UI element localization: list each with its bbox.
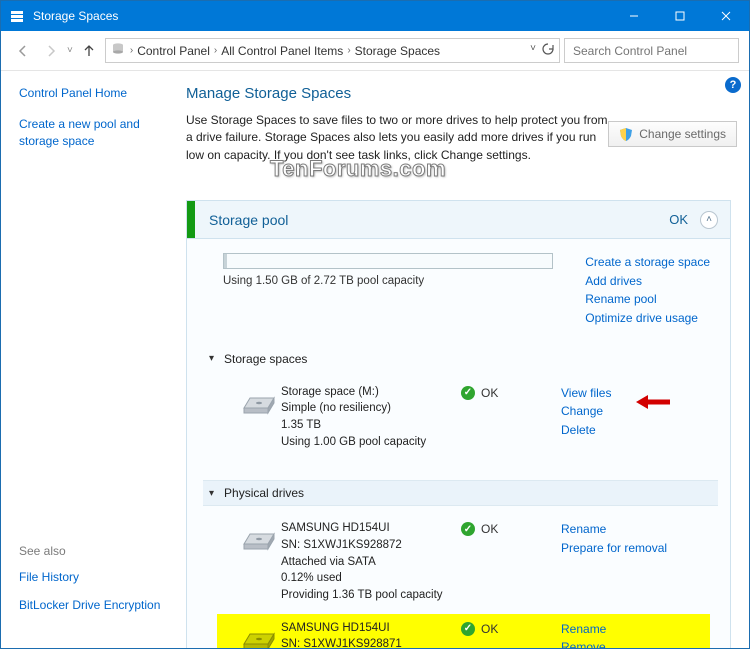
- section-label-storage-spaces: Storage spaces: [224, 352, 307, 366]
- search-box[interactable]: [564, 38, 739, 63]
- drive-used: 0.12% used: [281, 570, 461, 587]
- link-optimize-drive-usage[interactable]: Optimize drive usage: [585, 311, 698, 325]
- link-change[interactable]: Change: [561, 404, 603, 418]
- storage-space-row: Storage space (M:) Simple (no resiliency…: [223, 378, 710, 461]
- sidebar: Control Panel Home Create a new pool and…: [1, 71, 186, 648]
- ok-badge-icon: ✓: [461, 622, 475, 636]
- pool-usage-bar: [223, 253, 553, 269]
- drive-name: SAMSUNG HD154UI: [281, 620, 461, 637]
- drive-providing: Providing 1.36 TB pool capacity: [281, 587, 461, 604]
- content-area: ? Manage Storage Spaces Use Storage Spac…: [186, 71, 749, 648]
- search-input[interactable]: [571, 43, 732, 59]
- space-using: Using 1.00 GB pool capacity: [281, 434, 461, 451]
- sidebar-link-file-history[interactable]: File History: [19, 570, 176, 584]
- link-rename-drive[interactable]: Rename: [561, 522, 606, 536]
- ok-badge-icon: ✓: [461, 386, 475, 400]
- sidebar-link-bitlocker[interactable]: BitLocker Drive Encryption: [19, 598, 176, 612]
- link-remove-drive[interactable]: Remove: [561, 640, 606, 648]
- sidebar-link-create-pool[interactable]: Create a new pool and storage space: [19, 116, 176, 150]
- sidebar-link-home[interactable]: Control Panel Home: [19, 85, 176, 102]
- drive-status: OK: [481, 522, 498, 536]
- pool-usage-text: Using 1.50 GB of 2.72 TB pool capacity: [223, 275, 565, 287]
- collapse-button[interactable]: ˄: [700, 211, 718, 229]
- chevron-down-icon: ▾: [209, 488, 214, 499]
- toolbar: ˅ › Control Panel › All Control Panel It…: [1, 31, 749, 71]
- maximize-button[interactable]: [657, 1, 703, 31]
- physical-drive-row-highlighted: SAMSUNG HD154UI SN: S1XWJ1KS928871 Attac…: [217, 614, 710, 648]
- refresh-button[interactable]: [542, 43, 555, 59]
- nav-forward-button[interactable]: [39, 39, 63, 63]
- app-icon: [9, 8, 25, 24]
- change-settings-button[interactable]: Change settings: [608, 121, 737, 147]
- drive-serial: SN: S1XWJ1KS928871: [281, 636, 461, 648]
- section-header-storage-spaces[interactable]: ▾ Storage spaces: [203, 348, 710, 370]
- link-add-drives[interactable]: Add drives: [585, 274, 642, 288]
- space-status: OK: [481, 386, 498, 400]
- address-bar[interactable]: › Control Panel › All Control Panel Item…: [105, 38, 560, 63]
- link-rename-pool[interactable]: Rename pool: [585, 292, 656, 306]
- drive-status: OK: [481, 622, 498, 636]
- pool-health-bar: [187, 201, 195, 238]
- nav-up-button[interactable]: [77, 39, 101, 63]
- storage-pool-card: Storage pool OK ˄ Using 1.50 GB of 2.72 …: [186, 200, 731, 648]
- recent-locations-button[interactable]: ˅: [67, 45, 73, 56]
- hard-drive-icon: [235, 620, 281, 648]
- chevron-down-icon: ▾: [209, 353, 214, 364]
- link-create-storage-space[interactable]: Create a storage space: [585, 255, 710, 269]
- breadcrumb-seg-3[interactable]: Storage Spaces: [355, 44, 440, 58]
- drive-name: SAMSUNG HD154UI: [281, 520, 461, 537]
- nav-back-button[interactable]: [11, 39, 35, 63]
- title-bar: Storage Spaces: [1, 1, 749, 31]
- shield-icon: [619, 127, 633, 141]
- minimize-button[interactable]: [611, 1, 657, 31]
- drive-stack-icon: [110, 41, 126, 60]
- change-settings-label: Change settings: [639, 127, 726, 141]
- space-name: Storage space (M:): [281, 384, 461, 401]
- close-button[interactable]: [703, 1, 749, 31]
- drive-serial: SN: S1XWJ1KS928872: [281, 537, 461, 554]
- physical-drive-row: SAMSUNG HD154UI SN: S1XWJ1KS928872 Attac…: [223, 514, 710, 613]
- address-dropdown-button[interactable]: ˅: [530, 43, 536, 59]
- space-resiliency: Simple (no resiliency): [281, 400, 461, 417]
- space-size: 1.35 TB: [281, 417, 461, 434]
- link-view-files[interactable]: View files: [561, 386, 611, 400]
- window-title: Storage Spaces: [33, 9, 118, 23]
- link-prepare-for-removal[interactable]: Prepare for removal: [561, 541, 667, 555]
- breadcrumb-seg-1[interactable]: Control Panel: [137, 44, 210, 58]
- pool-header[interactable]: Storage pool OK ˄: [187, 201, 730, 239]
- link-delete[interactable]: Delete: [561, 423, 596, 437]
- section-label-physical-drives: Physical drives: [224, 486, 304, 500]
- sidebar-see-also-heading: See also: [19, 544, 176, 558]
- pool-title: Storage pool: [209, 212, 288, 228]
- drive-attached: Attached via SATA: [281, 554, 461, 571]
- section-header-physical-drives[interactable]: ▾ Physical drives: [203, 480, 718, 506]
- link-rename-drive[interactable]: Rename: [561, 622, 606, 636]
- pool-status: OK: [669, 212, 688, 227]
- help-icon[interactable]: ?: [725, 77, 741, 93]
- hard-drive-icon: [235, 520, 281, 603]
- ok-badge-icon: ✓: [461, 522, 475, 536]
- storage-space-icon: [235, 384, 281, 451]
- breadcrumb-seg-2[interactable]: All Control Panel Items: [221, 44, 343, 58]
- page-title: Manage Storage Spaces: [186, 85, 731, 102]
- page-description: Use Storage Spaces to save files to two …: [186, 112, 616, 164]
